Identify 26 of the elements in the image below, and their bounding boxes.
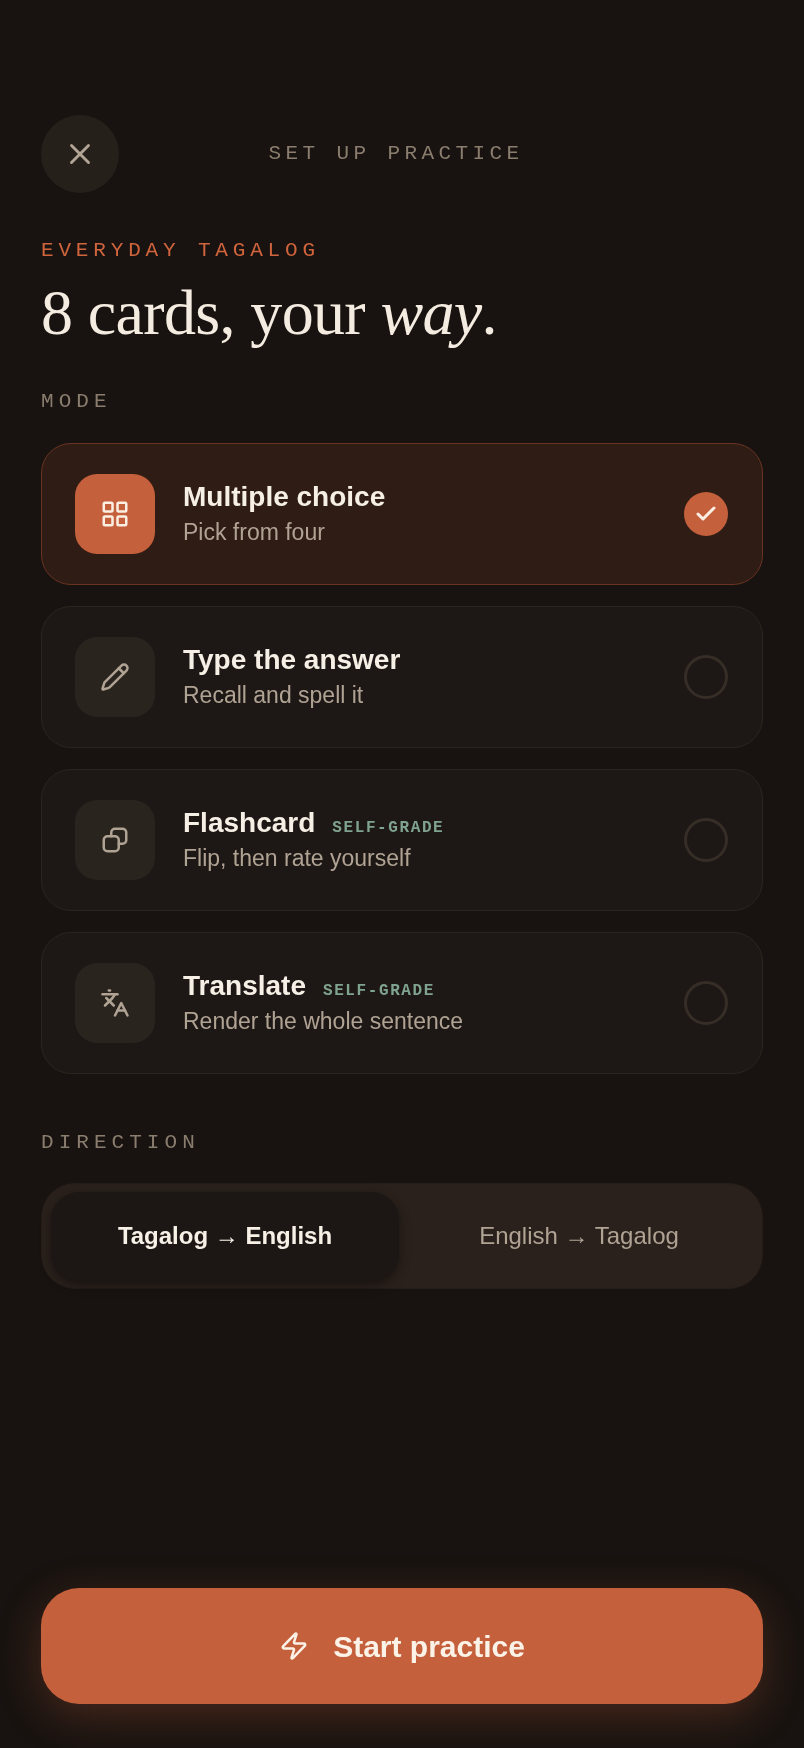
deck-name: EVERYDAY TAGALOG (41, 239, 320, 263)
stacked-cards-icon (75, 800, 155, 880)
option-title: Flashcard (183, 807, 316, 839)
section-label: DIRECTION (41, 1131, 200, 1155)
headline: 8 cards, your way. (41, 280, 497, 346)
grid-icon (75, 474, 155, 554)
mode-option-card[interactable]: Multiple choice Pick from four (41, 443, 763, 585)
direction-tab[interactable]: English → Tagalog (405, 1191, 753, 1281)
option-subtitle: Pick from four (183, 518, 325, 547)
self-grade-label: SELF-GRADE (322, 981, 435, 1001)
direction-tab[interactable]: Tagalog → English (51, 1191, 399, 1281)
option-title: Type the answer (183, 644, 401, 676)
option-title: Translate (183, 970, 306, 1002)
screen-title: SET UP PRACTICE (268, 142, 524, 166)
mode-option-card[interactable]: Type the answer Recall and spell it (41, 606, 763, 748)
self-grade-label: SELF-GRADE (332, 818, 445, 838)
option-subtitle: Recall and spell it (183, 681, 364, 710)
mode-option-card[interactable]: Flashcard SELF-GRADE Flip, then rate yourself (41, 769, 763, 911)
option-subtitle: Flip, then rate yourself (183, 844, 411, 873)
start-practice-button[interactable]: Start practice (41, 1588, 763, 1704)
option-subtitle: Render the whole sentence (183, 1007, 464, 1036)
mode-option-card[interactable]: Translate SELF-GRADE Render the whole sentence (41, 932, 763, 1074)
translate-icon (75, 963, 155, 1043)
option-title: Multiple choice (183, 481, 386, 513)
section-label: MODE (41, 390, 112, 414)
pencil-icon (75, 637, 155, 717)
